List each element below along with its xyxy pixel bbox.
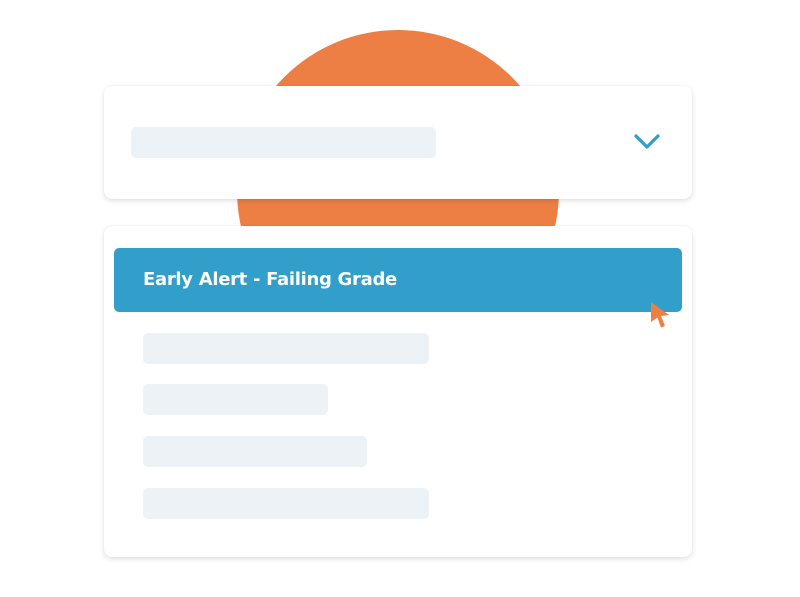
dropdown-options-list: Early Alert - Failing Grade [104,226,692,557]
option-early-alert-failing-grade[interactable]: Early Alert - Failing Grade [114,248,682,312]
option-placeholder[interactable] [143,333,429,364]
option-placeholder[interactable] [143,488,429,519]
option-placeholder[interactable] [143,384,328,415]
dropdown-select[interactable] [104,86,692,199]
mouse-pointer-icon [651,302,669,328]
illustration-stage: Early Alert - Failing Grade [0,0,800,597]
select-value-placeholder [131,127,436,158]
option-placeholder[interactable] [143,436,367,467]
option-label: Early Alert - Failing Grade [143,269,397,290]
chevron-down-icon[interactable] [632,130,662,154]
